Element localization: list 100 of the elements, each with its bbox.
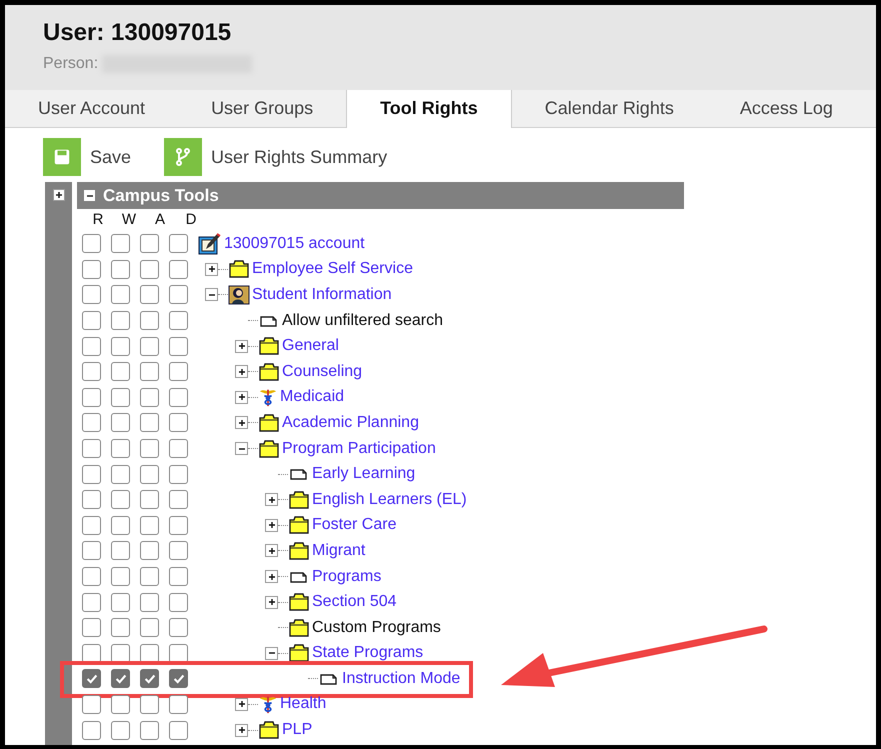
checkbox[interactable] (169, 234, 188, 254)
checkbox[interactable] (82, 694, 101, 714)
tree-link[interactable]: English Learners (EL) (312, 490, 467, 509)
tab[interactable]: User Account (5, 90, 178, 127)
expand-icon[interactable] (265, 518, 278, 532)
tree-link[interactable]: State Programs (312, 644, 424, 662)
checkbox[interactable] (111, 413, 130, 432)
tab[interactable]: User Groups (178, 90, 346, 127)
checkbox[interactable] (111, 311, 130, 330)
tab[interactable]: Calendar Rights (512, 90, 707, 127)
checkbox[interactable] (169, 567, 188, 586)
save-icon[interactable] (43, 138, 81, 176)
checkbox[interactable] (111, 362, 130, 382)
checkbox[interactable] (111, 260, 130, 279)
checkbox[interactable] (169, 336, 188, 356)
checkbox[interactable] (111, 592, 130, 612)
checkbox[interactable] (111, 285, 130, 304)
checkbox[interactable] (169, 618, 188, 638)
expand-icon[interactable] (265, 596, 278, 609)
checkbox[interactable] (169, 439, 188, 458)
tree-link[interactable]: Program Participation (282, 440, 436, 458)
checkbox[interactable] (82, 311, 101, 330)
tree-link[interactable]: Foster Care (312, 516, 396, 534)
tab[interactable]: Tool Rights (346, 90, 512, 128)
checkbox[interactable] (169, 311, 188, 330)
checkbox[interactable] (169, 464, 188, 484)
tree-link[interactable]: Migrant (312, 542, 366, 560)
checkbox[interactable] (111, 336, 130, 356)
checkbox[interactable] (140, 669, 159, 688)
tree-link[interactable]: Counseling (282, 362, 362, 381)
expand-icon[interactable] (265, 570, 278, 584)
checkbox[interactable] (111, 388, 130, 407)
checkbox[interactable] (140, 336, 159, 356)
tree-link[interactable]: Section 504 (312, 593, 397, 612)
tree-link[interactable]: Student Information (252, 286, 392, 304)
checkbox[interactable] (82, 439, 101, 458)
tab[interactable]: Access Log (706, 90, 866, 127)
expand-icon[interactable] (235, 365, 248, 378)
checkbox[interactable] (111, 464, 130, 484)
checkbox[interactable] (140, 644, 159, 663)
checkbox[interactable] (140, 234, 159, 254)
checkbox[interactable] (82, 234, 101, 254)
checkbox[interactable] (82, 362, 101, 382)
checkbox[interactable] (111, 644, 130, 663)
checkbox[interactable] (140, 388, 159, 407)
checkbox[interactable] (111, 490, 130, 510)
checkbox[interactable] (111, 618, 130, 638)
expand-icon[interactable] (235, 390, 248, 404)
checkbox[interactable] (140, 541, 159, 560)
checkbox[interactable] (82, 336, 101, 356)
branch-icon[interactable] (164, 138, 202, 176)
checkbox[interactable] (111, 694, 130, 714)
expand-icon[interactable] (235, 340, 248, 353)
checkbox[interactable] (169, 694, 188, 714)
checkbox[interactable] (111, 516, 130, 535)
tree-link[interactable]: Medicaid (280, 388, 344, 406)
checkbox[interactable] (140, 618, 159, 638)
checkbox[interactable] (140, 362, 159, 382)
checkbox[interactable] (111, 234, 130, 254)
tree-link[interactable]: Programs (312, 568, 382, 586)
checkbox[interactable] (169, 669, 188, 688)
expand-icon[interactable] (52, 189, 64, 201)
checkbox[interactable] (111, 567, 130, 586)
expand-icon[interactable] (235, 698, 248, 711)
checkbox[interactable] (140, 490, 159, 510)
checkbox[interactable] (169, 592, 188, 612)
checkbox[interactable] (169, 285, 188, 304)
tree-link[interactable]: PLP (282, 721, 312, 740)
checkbox[interactable] (82, 618, 101, 638)
checkbox[interactable] (82, 516, 101, 535)
checkbox[interactable] (169, 490, 188, 510)
checkbox[interactable] (82, 388, 101, 407)
checkbox[interactable] (169, 413, 188, 432)
checkbox[interactable] (82, 644, 101, 663)
checkbox[interactable] (169, 720, 188, 740)
checkbox[interactable] (169, 388, 188, 407)
checkbox[interactable] (169, 644, 188, 663)
checkbox[interactable] (140, 516, 159, 535)
collapse-icon[interactable] (205, 288, 218, 302)
tree-link[interactable]: General (282, 337, 339, 356)
summary-button[interactable]: User Rights Summary (211, 146, 388, 168)
expand-icon[interactable] (265, 544, 278, 558)
checkbox[interactable] (82, 592, 101, 612)
checkbox[interactable] (111, 439, 130, 458)
checkbox[interactable] (169, 260, 188, 279)
tree-link[interactable]: Early Learning (312, 465, 416, 484)
tree-link[interactable]: Academic Planning (282, 414, 419, 432)
checkbox[interactable] (140, 694, 159, 714)
checkbox[interactable] (111, 541, 130, 560)
checkbox[interactable] (82, 285, 101, 304)
checkbox[interactable] (82, 669, 101, 688)
tree-link[interactable]: Instruction Mode (342, 670, 460, 688)
checkbox[interactable] (82, 490, 101, 510)
expand-icon[interactable] (235, 416, 248, 430)
collapse-icon[interactable] (84, 190, 95, 201)
checkbox[interactable] (169, 541, 188, 560)
checkbox[interactable] (140, 592, 159, 612)
collapse-icon[interactable] (265, 646, 278, 660)
tree-link[interactable]: Health (280, 695, 326, 714)
checkbox[interactable] (140, 464, 159, 484)
